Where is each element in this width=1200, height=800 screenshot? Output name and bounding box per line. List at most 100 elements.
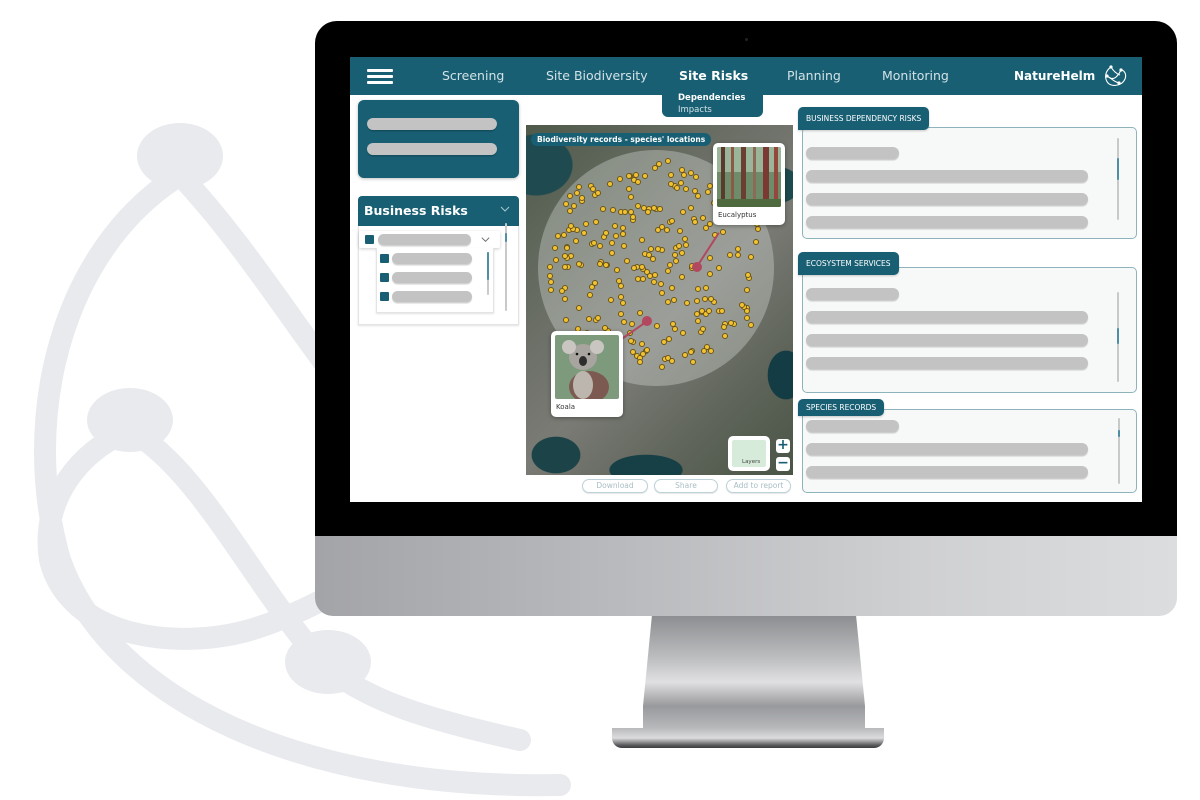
- panel-scrollbar[interactable]: [1117, 138, 1119, 220]
- species-record-pin[interactable]: [648, 245, 655, 252]
- species-record-pin[interactable]: [747, 321, 754, 328]
- species-record-pin[interactable]: [567, 222, 574, 229]
- species-record-pin[interactable]: [734, 251, 741, 258]
- species-record-pin[interactable]: [650, 278, 657, 285]
- risk-list-scrollbar[interactable]: [505, 223, 507, 311]
- species-record-pin[interactable]: [668, 218, 675, 225]
- species-record-pin[interactable]: [703, 284, 710, 291]
- zoom-out-button[interactable]: −: [776, 455, 790, 471]
- species-record-pin[interactable]: [552, 256, 559, 263]
- nav-item-screening[interactable]: Screening: [442, 68, 504, 83]
- species-record-pin[interactable]: [678, 249, 685, 256]
- species-record-pin[interactable]: [644, 346, 651, 353]
- species-record-pin[interactable]: [561, 263, 568, 270]
- species-record-pin[interactable]: [651, 204, 658, 211]
- species-record-pin[interactable]: [601, 324, 608, 331]
- species-record-pin[interactable]: [594, 314, 601, 321]
- add-to-report-button[interactable]: Add to report: [726, 479, 791, 493]
- species-record-pin[interactable]: [582, 221, 589, 228]
- species-card-koala[interactable]: Koala: [551, 331, 623, 417]
- nav-item-site-biodiversity[interactable]: Site Biodiversity: [546, 68, 648, 83]
- species-record-pin[interactable]: [682, 185, 689, 192]
- species-record-pin[interactable]: [738, 302, 745, 309]
- species-record-pin[interactable]: [699, 214, 706, 221]
- species-record-pin[interactable]: [630, 213, 637, 220]
- species-record-pin[interactable]: [562, 200, 569, 207]
- scrollbar-thumb[interactable]: [1118, 430, 1120, 437]
- business-risks-header[interactable]: Business Risks: [358, 196, 519, 226]
- species-record-pin[interactable]: [682, 241, 689, 248]
- species-record-pin[interactable]: [670, 296, 677, 303]
- nav-item-site-risks[interactable]: Site Risks: [679, 68, 748, 83]
- species-record-pin[interactable]: [618, 310, 625, 317]
- species-record-pin[interactable]: [668, 180, 675, 187]
- risk-category-row[interactable]: [359, 231, 500, 248]
- species-record-pin[interactable]: [562, 316, 569, 323]
- species-record-pin[interactable]: [744, 271, 751, 278]
- species-record-pin[interactable]: [720, 324, 727, 330]
- species-record-pin[interactable]: [547, 279, 554, 286]
- species-record-pin[interactable]: [676, 242, 683, 249]
- species-record-pin[interactable]: [726, 251, 733, 258]
- species-record-pin[interactable]: [683, 299, 690, 306]
- species-record-pin[interactable]: [628, 321, 635, 328]
- submenu-impacts[interactable]: Impacts: [678, 104, 763, 116]
- species-record-pin[interactable]: [646, 272, 653, 279]
- species-record-pin[interactable]: [586, 291, 593, 298]
- species-record-pin[interactable]: [699, 325, 706, 332]
- species-map[interactable]: Biodiversity records - species' location…: [526, 125, 793, 475]
- species-record-pin[interactable]: [705, 188, 712, 195]
- species-record-pin[interactable]: [692, 174, 699, 181]
- species-record-pin[interactable]: [558, 288, 565, 295]
- species-record-pin[interactable]: [589, 185, 596, 192]
- species-record-pin[interactable]: [678, 167, 685, 174]
- species-record-pin[interactable]: [654, 322, 661, 329]
- species-record-pin[interactable]: [580, 230, 587, 237]
- species-record-pin[interactable]: [621, 209, 628, 216]
- eucalyptus-location-pin[interactable]: [692, 262, 702, 272]
- species-record-pin[interactable]: [619, 224, 626, 231]
- species-record-pin[interactable]: [681, 351, 688, 358]
- risk-checkbox[interactable]: [365, 235, 374, 244]
- species-record-pin[interactable]: [677, 179, 684, 186]
- species-record-pin[interactable]: [666, 262, 673, 269]
- scrollbar-thumb[interactable]: [487, 252, 489, 280]
- panel-scrollbar[interactable]: [1117, 292, 1119, 382]
- species-record-pin[interactable]: [748, 253, 755, 260]
- koala-location-pin[interactable]: [642, 316, 652, 326]
- species-record-pin[interactable]: [561, 253, 568, 260]
- species-record-pin[interactable]: [646, 251, 653, 258]
- species-record-pin[interactable]: [606, 180, 613, 187]
- species-record-pin[interactable]: [575, 304, 582, 311]
- species-record-pin[interactable]: [708, 347, 715, 354]
- species-record-pin[interactable]: [666, 335, 673, 342]
- scrollbar-thumb[interactable]: [1117, 328, 1119, 344]
- scrollbar-thumb[interactable]: [505, 233, 507, 242]
- share-button[interactable]: Share: [654, 479, 718, 493]
- submenu-dependencies[interactable]: Dependencies: [678, 92, 763, 104]
- chevron-down-icon[interactable]: [480, 234, 491, 245]
- species-record-pin[interactable]: [578, 194, 585, 201]
- species-record-pin[interactable]: [694, 192, 701, 199]
- species-record-pin[interactable]: [693, 297, 700, 304]
- species-record-pin[interactable]: [561, 231, 568, 238]
- species-record-pin[interactable]: [753, 238, 760, 245]
- species-record-pin[interactable]: [637, 309, 644, 316]
- risk-checkbox[interactable]: [380, 292, 389, 301]
- species-record-pin[interactable]: [678, 274, 685, 281]
- species-record-pin[interactable]: [719, 229, 726, 236]
- species-record-pin[interactable]: [572, 237, 579, 244]
- species-record-pin[interactable]: [743, 307, 750, 314]
- species-record-pin[interactable]: [701, 296, 708, 303]
- panel-scrollbar[interactable]: [1118, 418, 1120, 484]
- species-record-pin[interactable]: [657, 280, 664, 287]
- species-record-pin[interactable]: [659, 289, 666, 296]
- risk-checkbox[interactable]: [380, 254, 389, 263]
- species-record-pin[interactable]: [634, 178, 641, 185]
- species-record-pin[interactable]: [592, 219, 599, 226]
- nav-item-planning[interactable]: Planning: [787, 68, 841, 83]
- species-record-pin[interactable]: [621, 318, 628, 325]
- hamburger-menu-icon[interactable]: [367, 69, 393, 84]
- layers-button[interactable]: Layers: [728, 436, 770, 471]
- species-record-pin[interactable]: [655, 245, 662, 252]
